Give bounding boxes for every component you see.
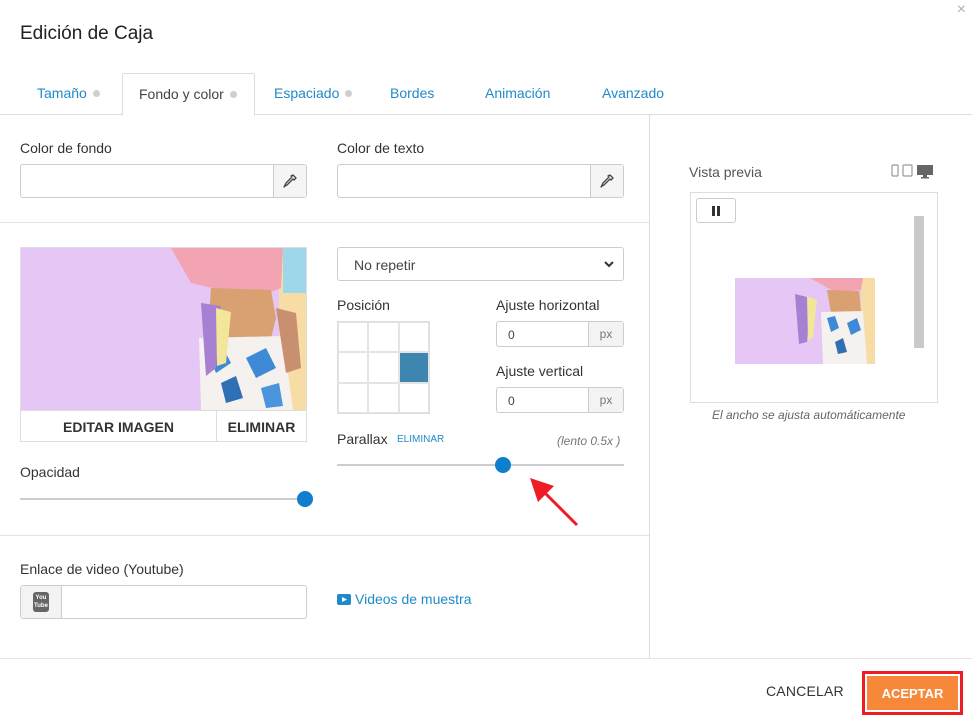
parallax-speed-note: (lento 0.5x ): [557, 434, 621, 448]
tab-background-color[interactable]: Fondo y color: [122, 73, 255, 116]
eyedropper-icon[interactable]: [273, 165, 306, 197]
image-actions: EDITAR IMAGEN ELIMINAR: [21, 410, 306, 442]
unit-label: px: [588, 322, 623, 346]
tab-size[interactable]: Tamaño: [37, 73, 100, 115]
repeat-select[interactable]: No repetir: [337, 247, 624, 281]
text-color-label: Color de texto: [337, 140, 425, 156]
vertical-offset-value: 0: [508, 394, 515, 408]
tab-label: Espaciado: [274, 85, 340, 101]
horizontal-offset-value: 0: [508, 328, 515, 342]
edit-image-button[interactable]: EDITAR IMAGEN: [21, 411, 217, 442]
tab-status-dot: [229, 91, 237, 98]
opacity-slider-handle[interactable]: [297, 491, 313, 507]
tab-label: Avanzado: [602, 85, 665, 101]
background-image-box: EDITAR IMAGEN ELIMINAR: [20, 247, 307, 442]
parallax-slider-handle[interactable]: [495, 457, 512, 473]
tab-label: Fondo y color: [139, 86, 224, 102]
box-edit-dialog: × Edición de Caja Tamaño Fondo y color E…: [0, 0, 972, 720]
preview-note: El ancho se ajusta automáticamente: [712, 408, 906, 422]
preview-image: [735, 278, 875, 364]
dialog-title: Edición de Caja: [20, 23, 154, 44]
parallax-remove-link[interactable]: ELIMINAR: [397, 434, 444, 445]
position-cell[interactable]: [368, 352, 399, 383]
pause-icon: [712, 205, 720, 216]
youtube-icon-text: Tube: [34, 603, 48, 609]
tab-status-dot: [345, 90, 353, 97]
position-cell[interactable]: [398, 382, 429, 413]
position-label: Posición: [337, 297, 390, 313]
accept-button[interactable]: ACEPTAR: [867, 676, 958, 710]
repeat-select-value: No repetir: [354, 257, 416, 273]
horizontal-offset-label: Ajuste horizontal: [496, 297, 600, 313]
vertical-offset-input[interactable]: 0 px: [496, 387, 624, 413]
position-cell[interactable]: [398, 352, 429, 383]
pause-button[interactable]: [696, 198, 736, 223]
sample-videos-link[interactable]: Videos de muestra: [337, 591, 471, 607]
vertical-offset-label: Ajuste vertical: [496, 363, 584, 379]
preview-frame: [690, 192, 938, 403]
sample-videos-label: Videos de muestra: [355, 591, 472, 607]
preview-scrollbar[interactable]: [914, 216, 924, 348]
video-link-label: Enlace de video (Youtube): [20, 561, 184, 577]
preview-panel: Vista previa El ancho se ajusta automáti…: [649, 115, 972, 658]
close-icon[interactable]: ×: [957, 2, 966, 18]
mobile-icon[interactable]: [891, 164, 899, 177]
preview-title: Vista previa: [689, 164, 762, 180]
horizontal-offset-input[interactable]: 0 px: [496, 321, 624, 347]
play-icon: [337, 593, 351, 605]
tab-status-dot: [92, 90, 100, 97]
youtube-icon-text: You: [35, 595, 47, 601]
tab-spacing[interactable]: Espaciado: [274, 73, 353, 115]
tab-bar: Tamaño Fondo y color Espaciado Bordes An…: [0, 73, 972, 116]
parallax-label: Parallax: [337, 431, 388, 447]
tab-label: Tamaño: [37, 85, 87, 101]
eyedropper-icon[interactable]: [590, 165, 623, 197]
position-cell[interactable]: [338, 352, 369, 383]
cancel-button[interactable]: CANCELAR: [766, 683, 844, 699]
position-cell[interactable]: [368, 322, 399, 353]
desktop-icon[interactable]: [916, 164, 934, 179]
section-divider: [0, 535, 649, 536]
background-image-thumbnail: [21, 248, 306, 410]
position-grid: [337, 321, 430, 414]
tab-label: Bordes: [390, 85, 435, 101]
tab-animation[interactable]: Animación: [485, 73, 550, 115]
chevron-down-icon: [603, 257, 615, 273]
device-switcher: [891, 164, 934, 179]
settings-panel: Color de fondo Color de texto EDITAR IMA…: [0, 115, 649, 658]
position-cell[interactable]: [368, 382, 399, 413]
text-color-field[interactable]: [337, 164, 624, 198]
tab-label: Animación: [485, 85, 551, 101]
youtube-icon: You Tube: [21, 586, 62, 618]
unit-label: px: [588, 388, 623, 412]
delete-image-button[interactable]: ELIMINAR: [217, 411, 306, 442]
position-cell[interactable]: [398, 322, 429, 353]
position-cell[interactable]: [338, 322, 369, 353]
parallax-slider-track[interactable]: [337, 464, 624, 466]
dialog-footer: CANCELAR ACEPTAR: [0, 658, 972, 720]
opacity-label: Opacidad: [20, 464, 80, 480]
position-cell[interactable]: [338, 382, 369, 413]
tab-borders[interactable]: Bordes: [390, 73, 434, 115]
background-color-field[interactable]: [20, 164, 307, 198]
opacity-slider-track[interactable]: [20, 498, 307, 500]
tab-advanced[interactable]: Avanzado: [602, 73, 664, 115]
red-arrow-annotation: [530, 478, 579, 527]
background-color-label: Color de fondo: [20, 140, 112, 156]
section-divider: [0, 222, 649, 223]
video-link-field[interactable]: You Tube: [20, 585, 307, 619]
tablet-icon[interactable]: [902, 164, 913, 177]
